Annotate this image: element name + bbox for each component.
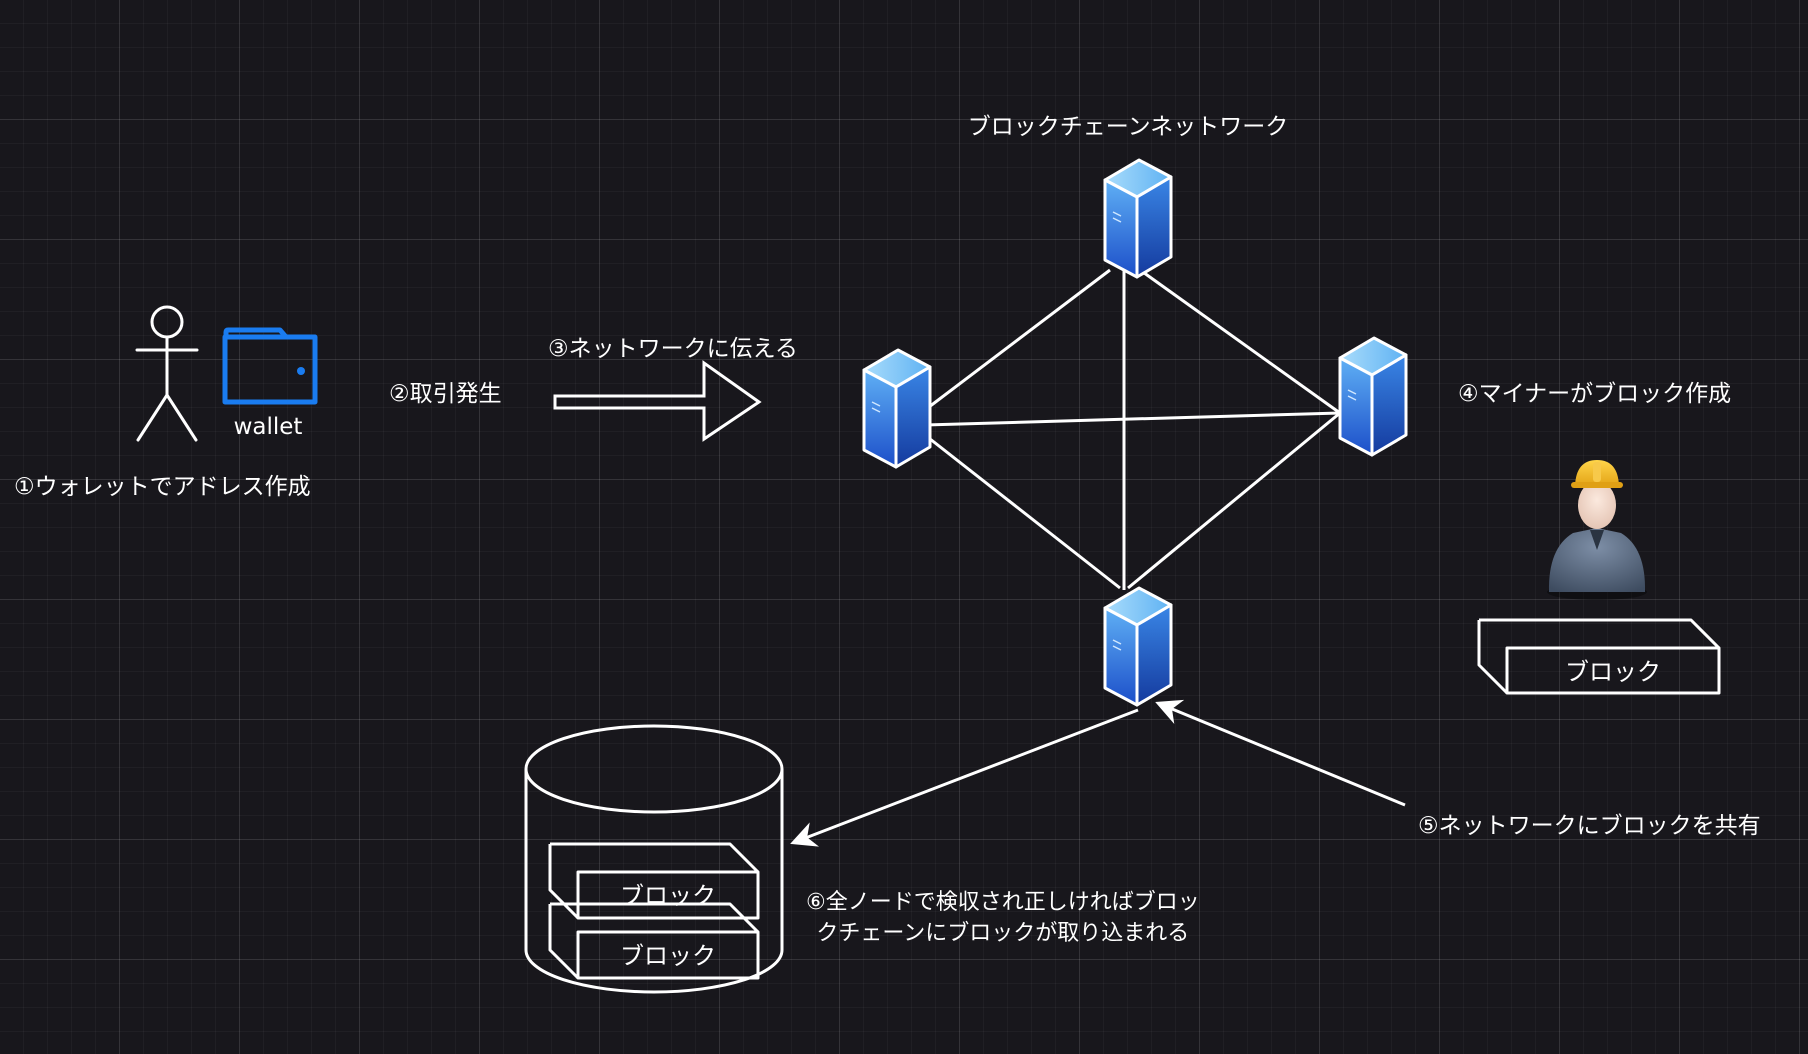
link-top-left: [924, 268, 1111, 412]
link-top-right: [1139, 268, 1341, 415]
step6-label: ⑥全ノードで検収され正しければブロッ クチェーンにブロックが取り込まれる: [806, 890, 1200, 946]
import-arrow: [790, 708, 1139, 847]
wallet-label: wallet: [233, 414, 303, 440]
step5-label: ⑤ネットワークにブロックを共有: [1418, 813, 1761, 839]
miner-with-hardhat-icon: [1547, 460, 1647, 600]
link-left-right: [924, 411, 1341, 427]
server-icon: [1103, 586, 1173, 707]
wallet-icon: [222, 327, 318, 405]
transmit-arrow: [553, 360, 762, 442]
step4-label: ④マイナーがブロック作成: [1458, 381, 1732, 407]
link-left-bottom: [924, 433, 1121, 590]
server-icon: [862, 348, 932, 469]
stick-figure-icon: [135, 305, 199, 442]
network-links: [924, 260, 1341, 590]
share-arrow: [1155, 699, 1406, 807]
step1-label: ①ウォレットでアドレス作成: [14, 474, 311, 500]
link-right-bottom: [1127, 411, 1341, 590]
step3-label: ③ネットワークに伝える: [548, 336, 798, 362]
network-title: ブロックチェーンネットワーク: [967, 114, 1289, 140]
db-block-label-1: ブロック: [620, 882, 716, 910]
step2-label: ②取引発生: [389, 381, 502, 407]
miner-block-label: ブロック: [1565, 658, 1661, 686]
db-block-label-2: ブロック: [620, 942, 716, 970]
server-icon: [1338, 336, 1408, 457]
server-icon: [1103, 158, 1173, 279]
